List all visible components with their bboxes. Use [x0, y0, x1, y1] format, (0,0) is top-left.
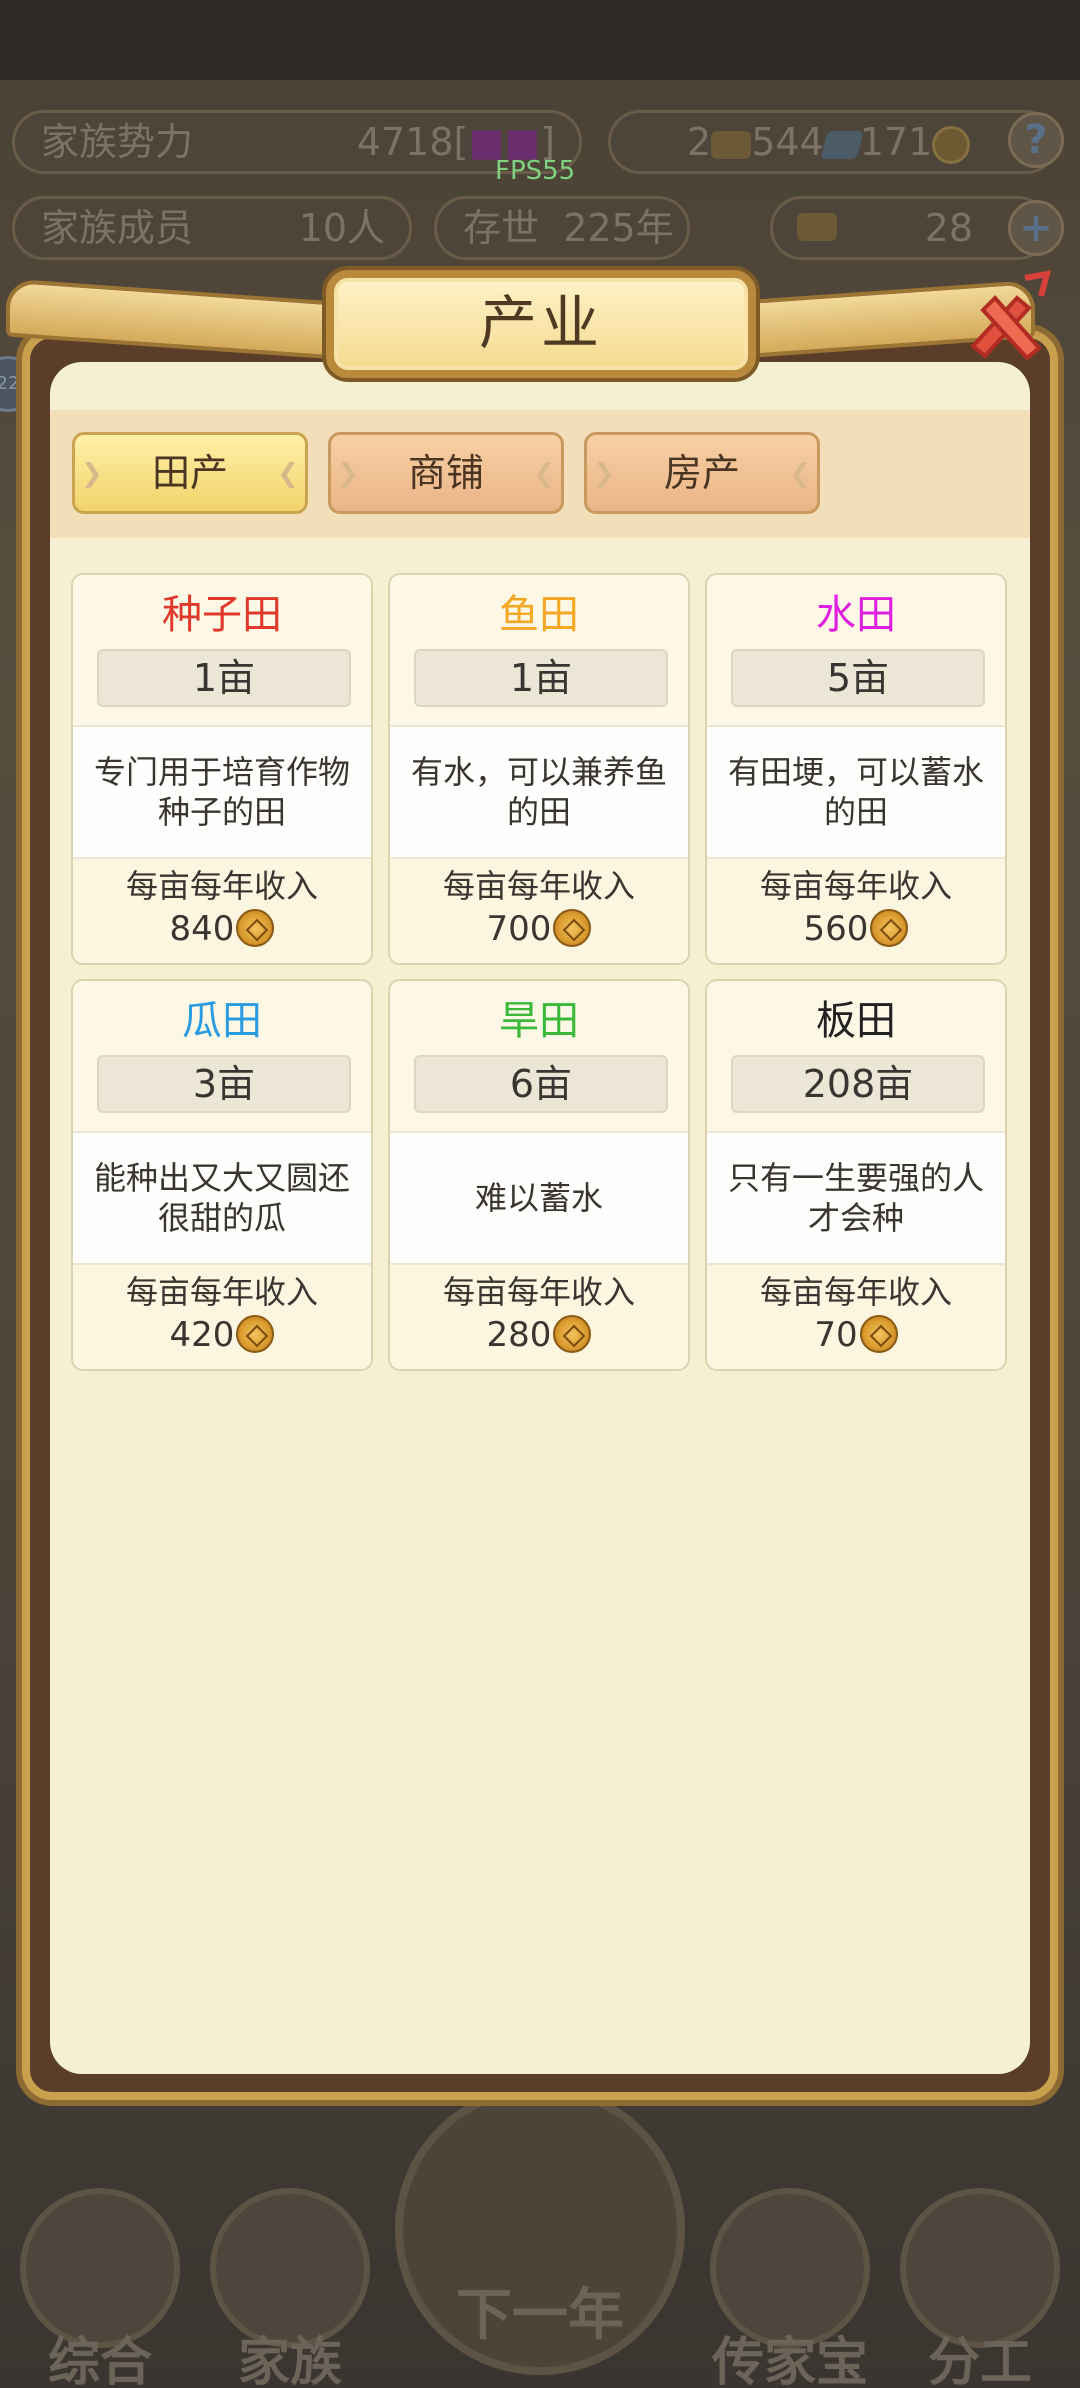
copper-count: 171	[859, 120, 933, 164]
income-label: 每亩每年收入	[125, 1273, 318, 1311]
gold-bar-count: 2	[687, 120, 712, 164]
family-power-label: 家族势力	[41, 120, 194, 164]
income-label: 每亩每年收入	[125, 867, 318, 905]
farmland-card-paddy[interactable]: 水田 5亩 有田埂，可以蓄水的田 每亩每年收入 560	[705, 573, 1007, 965]
ingot-count: 28	[924, 206, 973, 250]
chevron-left-icon: ❯	[593, 459, 615, 489]
family-age-label: 存世	[463, 206, 540, 250]
income-value: 280	[390, 1313, 688, 1357]
income-value: 420	[73, 1313, 371, 1357]
copper-coin-icon	[553, 909, 592, 947]
close-button[interactable]	[955, 268, 1055, 368]
copper-coin-icon	[932, 125, 971, 164]
gold-bar-icon	[711, 130, 752, 159]
nav-assignment[interactable]: 分工	[890, 2180, 1070, 2388]
nav-heirloom[interactable]: 传家宝	[700, 2180, 880, 2388]
currency-bar: 2 544 171	[608, 110, 1058, 174]
income-value: 840	[73, 907, 371, 951]
close-icon	[970, 270, 1052, 361]
card-area: 5亩	[731, 649, 985, 707]
card-title: 板田	[816, 998, 896, 1044]
nav-general[interactable]: 综合	[10, 2180, 190, 2388]
card-area: 1亩	[97, 649, 351, 707]
help-button[interactable]: ?	[1008, 112, 1064, 168]
income-value: 70	[707, 1313, 1005, 1357]
nav-next-year[interactable]: 下一年	[395, 2270, 685, 2351]
card-description: 有田埂，可以蓄水的田	[707, 725, 1005, 859]
income-value: 560	[707, 907, 1005, 951]
income-label: 每亩每年收入	[759, 1273, 952, 1311]
card-description: 能种出又大又圆还很甜的瓜	[73, 1131, 371, 1265]
tab-property[interactable]: ❯ 房产 ❮	[584, 432, 820, 514]
card-title: 瓜田	[182, 998, 262, 1044]
modal-title: 产业	[326, 270, 756, 378]
family-members-bar: 家族成员 10人	[12, 196, 412, 260]
copper-coin-icon	[236, 1315, 275, 1353]
income-label: 每亩每年收入	[759, 867, 952, 905]
add-ingot-button[interactable]: +	[1008, 200, 1064, 256]
income-label: 每亩每年收入	[442, 867, 635, 905]
family-members-label: 家族成员	[41, 206, 194, 250]
copper-coin-icon	[236, 909, 275, 947]
chevron-right-icon: ❮	[789, 459, 811, 489]
card-title: 水田	[816, 592, 896, 638]
farmland-card-melon[interactable]: 瓜田 3亩 能种出又大又圆还很甜的瓜 每亩每年收入 420	[71, 979, 373, 1371]
chevron-right-icon: ❮	[533, 459, 555, 489]
card-title: 旱田	[499, 998, 579, 1044]
chevron-right-icon: ❮	[277, 459, 299, 489]
copper-coin-icon	[859, 1315, 898, 1353]
card-description: 难以蓄水	[390, 1131, 688, 1265]
card-area: 1亩	[414, 649, 668, 707]
income-value: 700	[390, 907, 688, 951]
card-title: 鱼田	[499, 592, 579, 638]
card-area: 6亩	[414, 1055, 668, 1113]
family-age-bar: 存世 225年	[434, 196, 690, 260]
plus-icon: +	[1019, 205, 1053, 251]
card-description: 只有一生要强的人才会种	[707, 1131, 1005, 1265]
income-label: 每亩每年收入	[442, 1273, 635, 1311]
tab-shops[interactable]: ❯ 商铺 ❮	[328, 432, 564, 514]
gold-ingot-icon	[797, 213, 837, 241]
tab-farmland[interactable]: ❯ 田产 ❮	[72, 432, 308, 514]
copper-coin-icon	[553, 1315, 592, 1353]
farmland-card-seed[interactable]: 种子田 1亩 专门用于培育作物种子的田 每亩每年收入 840	[71, 573, 373, 965]
fps-counter: FPS55	[495, 156, 576, 186]
card-description: 有水，可以兼养鱼的田	[390, 725, 688, 859]
card-area: 208亩	[731, 1055, 985, 1113]
family-age-value: 225年	[563, 206, 674, 250]
card-title: 种子田	[162, 592, 282, 638]
farmland-card-dry[interactable]: 旱田 6亩 难以蓄水 每亩每年收入 280	[388, 979, 690, 1371]
farmland-card-board[interactable]: 板田 208亩 只有一生要强的人才会种 每亩每年收入 70	[705, 979, 1007, 1371]
chevron-left-icon: ❯	[337, 459, 359, 489]
copper-coin-icon	[870, 909, 909, 947]
farmland-card-fish[interactable]: 鱼田 1亩 有水，可以兼养鱼的田 每亩每年收入 700	[388, 573, 690, 965]
family-members-value: 10人	[298, 206, 385, 250]
chevron-left-icon: ❯	[81, 459, 103, 489]
card-description: 专门用于培育作物种子的田	[73, 725, 371, 859]
nav-family[interactable]: 家族	[200, 2180, 380, 2388]
silver-count: 544	[751, 120, 824, 164]
help-icon: ?	[1024, 117, 1048, 163]
family-power-value: 4718	[356, 120, 454, 164]
card-area: 3亩	[97, 1055, 351, 1113]
silver-bar-icon	[819, 130, 864, 159]
